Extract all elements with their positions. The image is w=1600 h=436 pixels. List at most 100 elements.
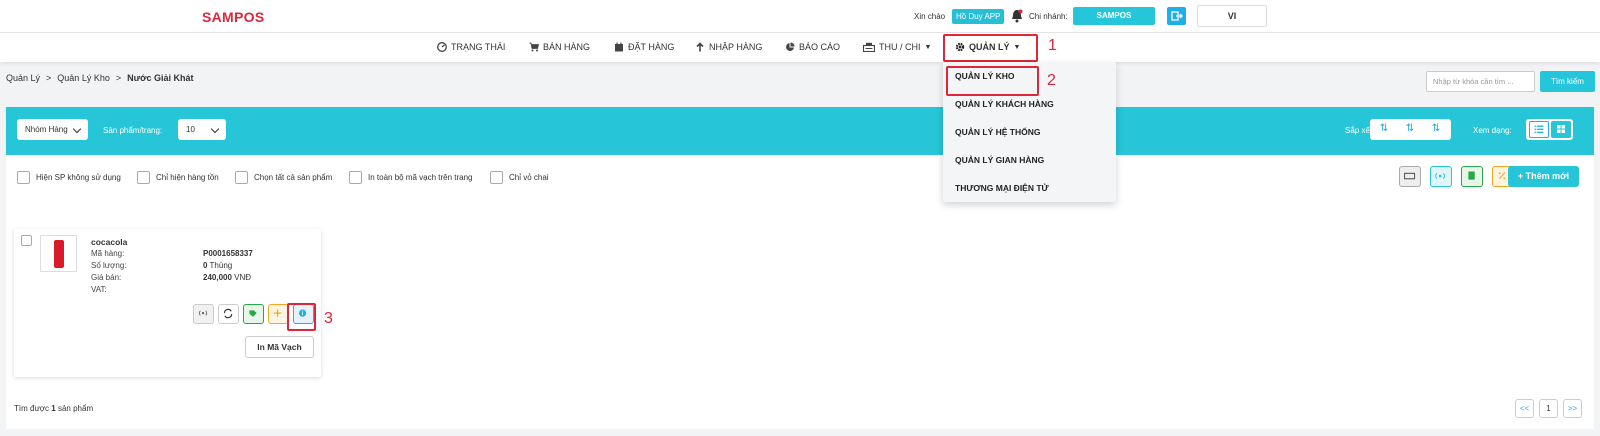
checkbox[interactable] [137, 171, 150, 184]
bell-icon[interactable] [1011, 9, 1023, 23]
dropdown-item-ecommerce[interactable]: THƯƠNG MẠI ĐIỆN TỬ [955, 183, 1049, 193]
product-currency: VNĐ [234, 273, 252, 282]
breadcrumb-item[interactable]: Quản Lý Kho [57, 73, 110, 83]
branch-label: Chi nhánh: [1029, 12, 1068, 21]
filter-checkboxes: Hiện SP không sử dụng Chỉ hiện hàng tồn … [6, 169, 1594, 187]
product-code: P0001658337 [203, 249, 253, 258]
product-code-label: Mã hàng: [91, 249, 125, 258]
product-tag-button[interactable] [243, 304, 264, 324]
checkbox-label: Hiện SP không sử dụng [36, 173, 121, 182]
dropdown-item-warehouse[interactable]: QUẢN LÝ KHO [955, 71, 1015, 81]
dropdown-item-system[interactable]: QUẢN LÝ HỆ THỐNG [955, 127, 1040, 137]
result-count: Tìm được 1 sản phẩm [14, 404, 93, 413]
nav-item-label: BÁN HÀNG [543, 42, 591, 52]
product-name: cocacola [91, 237, 128, 247]
per-page-label: Sản phẩm/trang: [103, 126, 163, 135]
result-count-suffix: sản phẩm [57, 404, 94, 413]
nav-item-sales[interactable]: BÁN HÀNG [529, 42, 590, 52]
filter-in-stock[interactable]: Chỉ hiện hàng tồn [137, 171, 219, 184]
group-select-value: Nhóm Hàng [25, 125, 68, 134]
breadcrumb-separator: > [115, 73, 122, 83]
checkbox[interactable] [17, 171, 30, 184]
product-code-value: P0001658337 [203, 249, 253, 258]
search-button[interactable]: Tìm kiếm [1540, 71, 1595, 92]
add-product-button[interactable]: + Thêm mới [1508, 166, 1579, 187]
management-dropdown: QUẢN LÝ KHO QUẢN LÝ KHÁCH HÀNG QUẢN LÝ H… [943, 62, 1116, 202]
annotation-number-3: 3 [324, 310, 333, 327]
nav-item-label: QUẢN LÝ [969, 42, 1010, 52]
breadcrumb: Quản Lý > Quản Lý Kho > Nước Giải Khát [6, 73, 194, 83]
product-checkbox[interactable] [21, 235, 32, 246]
product-qty-value: 0 [203, 261, 208, 270]
per-page-value: 10 [186, 125, 195, 134]
filter-select-all[interactable]: Chọn tất cả sản phẩm [235, 171, 332, 184]
nav-item-label: BÁO CÁO [799, 42, 841, 52]
checkbox[interactable] [235, 171, 248, 184]
filter-print-all-barcodes[interactable]: In toàn bộ mã vạch trên trang [349, 171, 473, 184]
dropdown-item-customers[interactable]: QUẢN LÝ KHÁCH HÀNG [955, 99, 1054, 109]
nav-item-management[interactable]: QUẢN LÝ ▼ [955, 42, 1020, 52]
keyboard-icon [1404, 172, 1416, 180]
pie-chart-icon [786, 42, 795, 51]
sort-buttons: ⇅ ⇅ ⇅ [1370, 119, 1451, 140]
sort-alpha-icon[interactable]: ⇅ [1404, 123, 1416, 135]
app-logo[interactable]: SAMPOS [202, 9, 264, 25]
chevron-down-icon [72, 124, 82, 134]
view-label: Xem dạng: [1473, 126, 1512, 135]
product-rfid-button[interactable] [193, 304, 214, 324]
product-qty: 0 Thùng [203, 261, 232, 270]
nav-item-status[interactable]: TRẠNG THÁI [437, 42, 505, 52]
nav-item-reports[interactable]: BÁO CÁO [785, 42, 840, 52]
keyboard-button[interactable] [1399, 166, 1421, 187]
dropdown-item-stalls[interactable]: QUẢN LÝ GIAN HÀNG [955, 155, 1044, 165]
group-select[interactable]: Nhóm Hàng [17, 119, 88, 140]
nav-item-finance[interactable]: THU / CHI ▼ [863, 42, 931, 52]
product-panel: Nhóm Hàng Sản phẩm/trang: 10 Sắp xếp: ⇅ … [6, 107, 1594, 429]
logout-icon [1171, 11, 1183, 21]
grid-view-button[interactable] [1551, 121, 1571, 138]
caret-down-icon: ▼ [1013, 43, 1021, 51]
filter-unused[interactable]: Hiện SP không sử dụng [17, 171, 121, 184]
arrow-up-icon [696, 42, 704, 52]
view-toggle [1526, 119, 1573, 140]
nav-item-label: ĐẶT HÀNG [628, 42, 675, 52]
product-image[interactable] [40, 235, 77, 272]
checkbox[interactable] [349, 171, 362, 184]
rfid-button[interactable] [1430, 166, 1452, 187]
branch-selector[interactable]: SAMPOS [1073, 7, 1155, 25]
sort-amount-icon[interactable]: ⇅ [1378, 123, 1390, 135]
checkbox-label: Chỉ hiện hàng tồn [156, 173, 219, 182]
product-add-button[interactable] [268, 304, 289, 324]
sort-numeric-icon[interactable]: ⇅ [1430, 123, 1442, 135]
chevron-down-icon [210, 124, 220, 134]
filter-bottles-only[interactable]: Chỉ vỏ chai [490, 171, 549, 184]
product-card: cocacola Mã hàng: P0001658337 Số lượng: … [14, 229, 321, 377]
pagination-last[interactable]: >> [1563, 399, 1582, 418]
per-page-select[interactable]: 10 [178, 119, 226, 140]
calendar-icon [615, 42, 623, 52]
plus-icon [274, 309, 282, 317]
nav-item-import[interactable]: NHẬP HÀNG [695, 42, 762, 52]
checkbox[interactable] [490, 171, 503, 184]
nav-item-label: NHẬP HÀNG [709, 42, 763, 52]
grid-icon [1557, 125, 1565, 133]
nav-item-label: THU / CHI [879, 42, 921, 52]
logout-button[interactable] [1167, 7, 1186, 25]
pagination-first[interactable]: << [1515, 399, 1534, 418]
product-info-button[interactable] [293, 304, 314, 324]
user-badge[interactable]: Hồ Duy APP [952, 9, 1005, 24]
product-sync-button[interactable] [218, 304, 239, 324]
can-icon [54, 240, 64, 268]
list-view-button[interactable] [1529, 121, 1549, 138]
language-selector[interactable]: VI [1197, 5, 1267, 27]
excel-button[interactable] [1461, 166, 1483, 187]
breadcrumb-item[interactable]: Quản Lý [6, 73, 40, 83]
greeting-text: Xin chào [914, 12, 946, 21]
nav-item-orders[interactable]: ĐẶT HÀNG [614, 42, 674, 52]
pagination-page-1[interactable]: 1 [1539, 399, 1558, 418]
dashboard-icon [437, 42, 447, 52]
checkbox-label: In toàn bộ mã vạch trên trang [368, 173, 473, 182]
signal-icon [198, 310, 208, 316]
search-input[interactable]: Nhập từ khóa cần tìm ... [1426, 71, 1535, 92]
print-barcode-button[interactable]: In Mã Vạch [245, 336, 314, 358]
